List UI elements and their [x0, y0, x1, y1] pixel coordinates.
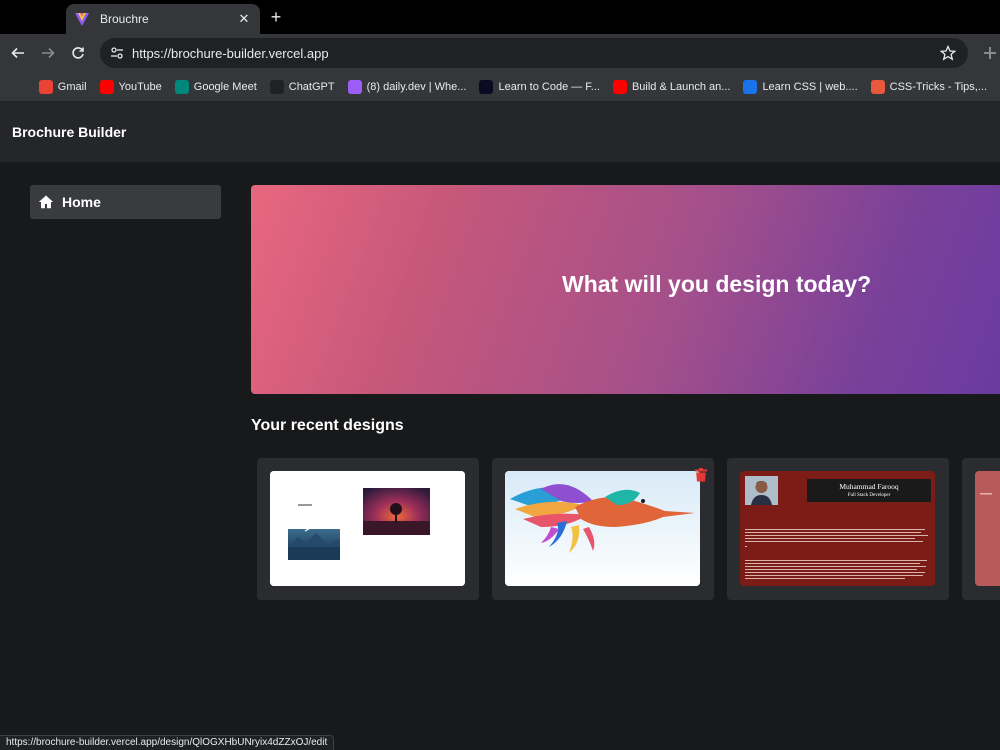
- bookmark-item[interactable]: YouTube: [99, 79, 162, 94]
- bookmark-label: CSS-Tricks - Tips,...: [889, 80, 987, 93]
- app-header: Brochure Builder: [0, 102, 1000, 162]
- freecodecamp-icon: [479, 79, 494, 94]
- bookmark-label: Learn CSS | web....: [762, 80, 858, 93]
- sidebar-item-label: Home: [62, 194, 101, 210]
- red-design-preview: [980, 493, 992, 495]
- back-arrow-icon[interactable]: [8, 43, 28, 63]
- trash-icon[interactable]: [694, 468, 708, 482]
- bookmark-item[interactable]: Google Meet: [174, 79, 257, 94]
- recent-designs-title: Your recent designs: [251, 417, 404, 434]
- browser-tab[interactable]: Brouchre ✕: [66, 4, 260, 34]
- url-text[interactable]: https://brochure-builder.vercel.app: [132, 46, 938, 61]
- bookmark-item[interactable]: Learn CSS | web....: [743, 79, 858, 94]
- bookmark-item[interactable]: Gmail: [38, 79, 87, 94]
- design-thumbnail[interactable]: Muhammad Farooq Full Stack Developer: [740, 471, 935, 586]
- design-card[interactable]: Muhammad Farooq Full Stack Developer: [727, 458, 949, 600]
- browser-toolbar: https://brochure-builder.vercel.app: [0, 34, 1000, 72]
- bookmark-label: Gmail: [57, 80, 87, 93]
- dailydev-icon: [347, 79, 362, 94]
- youtube-icon: [99, 79, 114, 94]
- csstricks-icon: [870, 79, 885, 94]
- design-thumbnail[interactable]: [270, 471, 465, 586]
- bookmark-star-icon[interactable]: [938, 43, 958, 63]
- bookmark-item[interactable]: CSS-Tricks - Tips,...: [870, 79, 987, 94]
- brand-title[interactable]: Brochure Builder: [12, 124, 126, 140]
- home-icon: [38, 195, 54, 209]
- design-card[interactable]: [257, 458, 479, 600]
- bookmark-item[interactable]: (8) daily.dev | Whe...: [347, 79, 467, 94]
- close-icon[interactable]: ✕: [236, 11, 252, 27]
- address-bar[interactable]: https://brochure-builder.vercel.app: [100, 38, 968, 68]
- new-tab-icon[interactable]: +: [266, 6, 286, 28]
- screen: Brouchre ✕ + https://brochure-builder.ve…: [0, 0, 1000, 750]
- gmail-icon: [38, 79, 53, 94]
- bookmark-label: ChatGPT: [288, 80, 335, 93]
- bookmark-item[interactable]: ChatGPT: [269, 79, 335, 94]
- bookmarks-bar: Gmail YouTube Google Meet ChatGPT (8) daily.…: [0, 72, 1000, 102]
- bookmark-item[interactable]: Learn to Code — F...: [479, 79, 600, 94]
- tab-strip: Brouchre ✕ +: [0, 0, 1000, 34]
- tab-title: Brouchre: [100, 12, 149, 26]
- bookmark-label: YouTube: [118, 80, 162, 93]
- collage-preview: [270, 471, 465, 586]
- google-meet-icon: [174, 79, 189, 94]
- design-thumbnail[interactable]: [505, 471, 700, 586]
- design-thumbnail[interactable]: [975, 471, 1000, 586]
- design-card[interactable]: [492, 458, 714, 600]
- site-settings-icon[interactable]: [108, 44, 126, 62]
- hummingbird-preview: [505, 471, 700, 586]
- bookmark-label: Build & Launch an...: [631, 80, 731, 93]
- apps-grid-icon[interactable]: [14, 79, 15, 95]
- forward-arrow-icon[interactable]: [38, 43, 58, 63]
- extensions-icon[interactable]: [980, 43, 1000, 63]
- bookmark-label: Learn to Code — F...: [498, 80, 600, 93]
- youtube-icon: [612, 79, 627, 94]
- hero-heading: What will you design today?: [562, 271, 872, 297]
- bookmark-label: (8) daily.dev | Whe...: [366, 80, 467, 93]
- chatgpt-icon: [269, 79, 284, 94]
- status-bar-url: https://brochure-builder.vercel.app/desi…: [0, 735, 335, 750]
- webdev-icon: [743, 79, 758, 94]
- app-main: Home What will you design today? Your re…: [0, 162, 1000, 750]
- bookmark-label: Google Meet: [193, 80, 257, 93]
- hero-banner: What will you design today?: [251, 185, 1000, 394]
- design-card[interactable]: [962, 458, 1000, 600]
- brochure-favicon-icon: [75, 13, 89, 26]
- reload-icon[interactable]: [68, 43, 88, 63]
- sidebar-item-home[interactable]: Home: [30, 185, 221, 219]
- resume-text-lines: [745, 529, 928, 579]
- bookmark-item[interactable]: Build & Launch an...: [612, 79, 731, 94]
